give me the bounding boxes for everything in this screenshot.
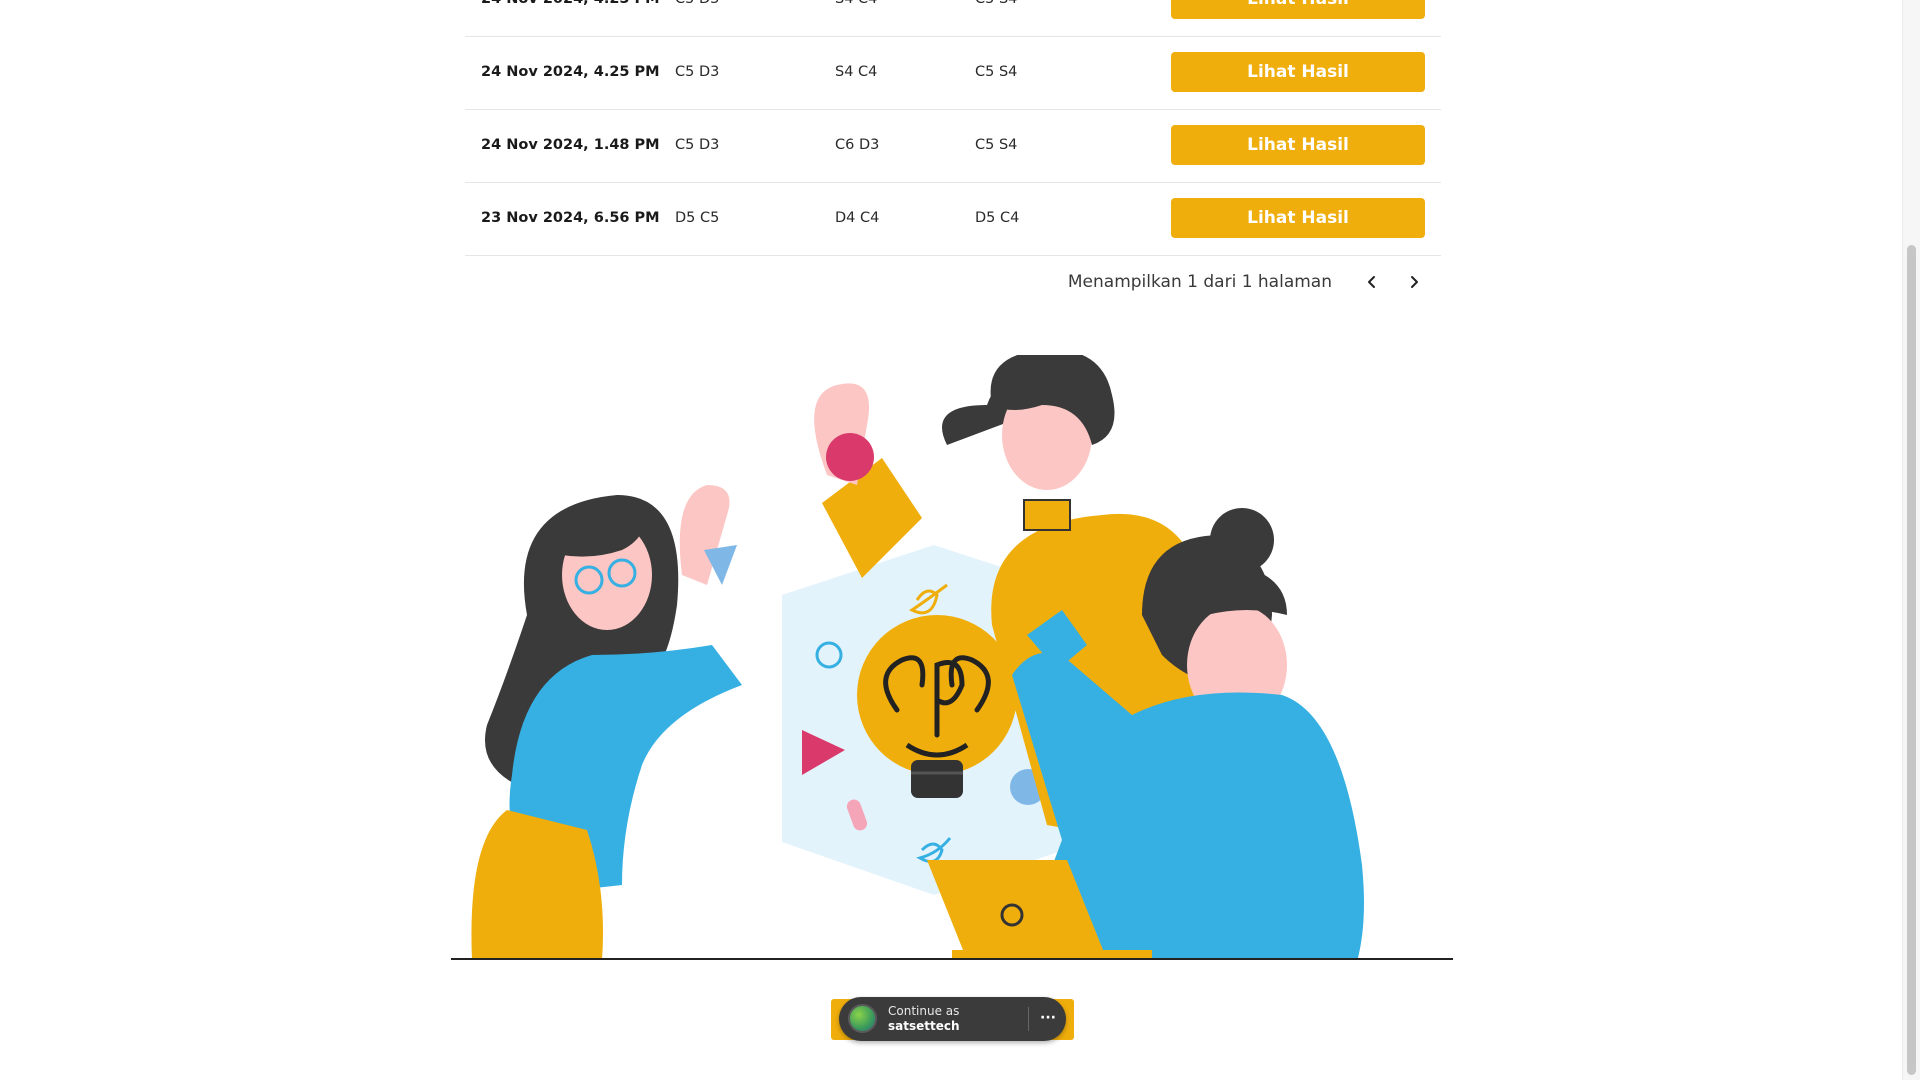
view-result-button[interactable]: Lihat Hasil xyxy=(1171,52,1425,92)
table-row: 23 Nov 2024, 6.56 PM D5 C5 D4 C4 D5 C4 L… xyxy=(465,182,1441,256)
result-cell-3: C5 S4 xyxy=(975,64,1018,80)
pagination-status: Menampilkan 1 dari 1 halaman xyxy=(1067,272,1332,292)
more-options-icon[interactable]: ··· xyxy=(1036,1003,1060,1035)
result-cell-1: D5 C5 xyxy=(675,210,720,226)
result-cell-2: C6 D3 xyxy=(835,137,880,153)
view-result-button[interactable]: Lihat Hasil xyxy=(1171,125,1425,165)
chevron-left-icon[interactable] xyxy=(1358,268,1386,296)
scrollbar[interactable] xyxy=(1902,0,1920,1080)
result-cell-1: C5 D3 xyxy=(675,137,720,153)
date-cell: 24 Nov 2024, 4.25 PM xyxy=(481,64,660,80)
table-row: 24 Nov 2024, 1.48 PM C5 D3 C6 D3 C5 S4 L… xyxy=(465,109,1441,183)
scrollbar-thumb[interactable] xyxy=(1907,245,1916,1075)
continue-as-button[interactable]: Continue as satsettech ··· xyxy=(839,997,1066,1041)
chevron-right-icon[interactable] xyxy=(1400,268,1428,296)
view-result-button[interactable]: Lihat Hasil xyxy=(1171,198,1425,238)
avatar xyxy=(848,1004,877,1033)
result-cell-1: C5 D3 xyxy=(675,64,720,80)
result-cell-3: D5 C4 xyxy=(975,210,1020,226)
signin-prompt: Continue as satsettech ··· xyxy=(831,997,1074,1041)
divider-line xyxy=(451,958,1453,960)
date-cell: 23 Nov 2024, 6.56 PM xyxy=(481,210,660,226)
date-cell: 24 Nov 2024, 1.48 PM xyxy=(481,137,660,153)
view-result-button[interactable]: Lihat Hasil xyxy=(1171,0,1425,19)
team-brainstorm-illustration xyxy=(471,355,1364,960)
woman-with-glasses xyxy=(471,485,742,960)
result-cell-2: D4 C4 xyxy=(835,210,880,226)
table-row: 24 Nov 2024, 4.25 PM C5 D3 S4 C4 C5 S4 L… xyxy=(465,0,1441,37)
result-cell-1: C5 D3 xyxy=(675,0,719,36)
result-cell-3: C5 S4 xyxy=(975,137,1018,153)
result-cell-3: C5 S4 xyxy=(975,0,1017,36)
date-cell: 24 Nov 2024, 4.25 PM xyxy=(481,0,660,36)
username-label: satsettech xyxy=(888,1019,960,1033)
table-row: 24 Nov 2024, 4.25 PM C5 D3 S4 C4 C5 S4 L… xyxy=(465,36,1441,110)
result-cell-2: S4 C4 xyxy=(835,0,877,36)
result-cell-2: S4 C4 xyxy=(835,64,878,80)
separator xyxy=(1028,1007,1029,1031)
pagination: Menampilkan 1 dari 1 halaman xyxy=(1068,265,1428,299)
continue-as-label: Continue as xyxy=(888,1004,960,1018)
